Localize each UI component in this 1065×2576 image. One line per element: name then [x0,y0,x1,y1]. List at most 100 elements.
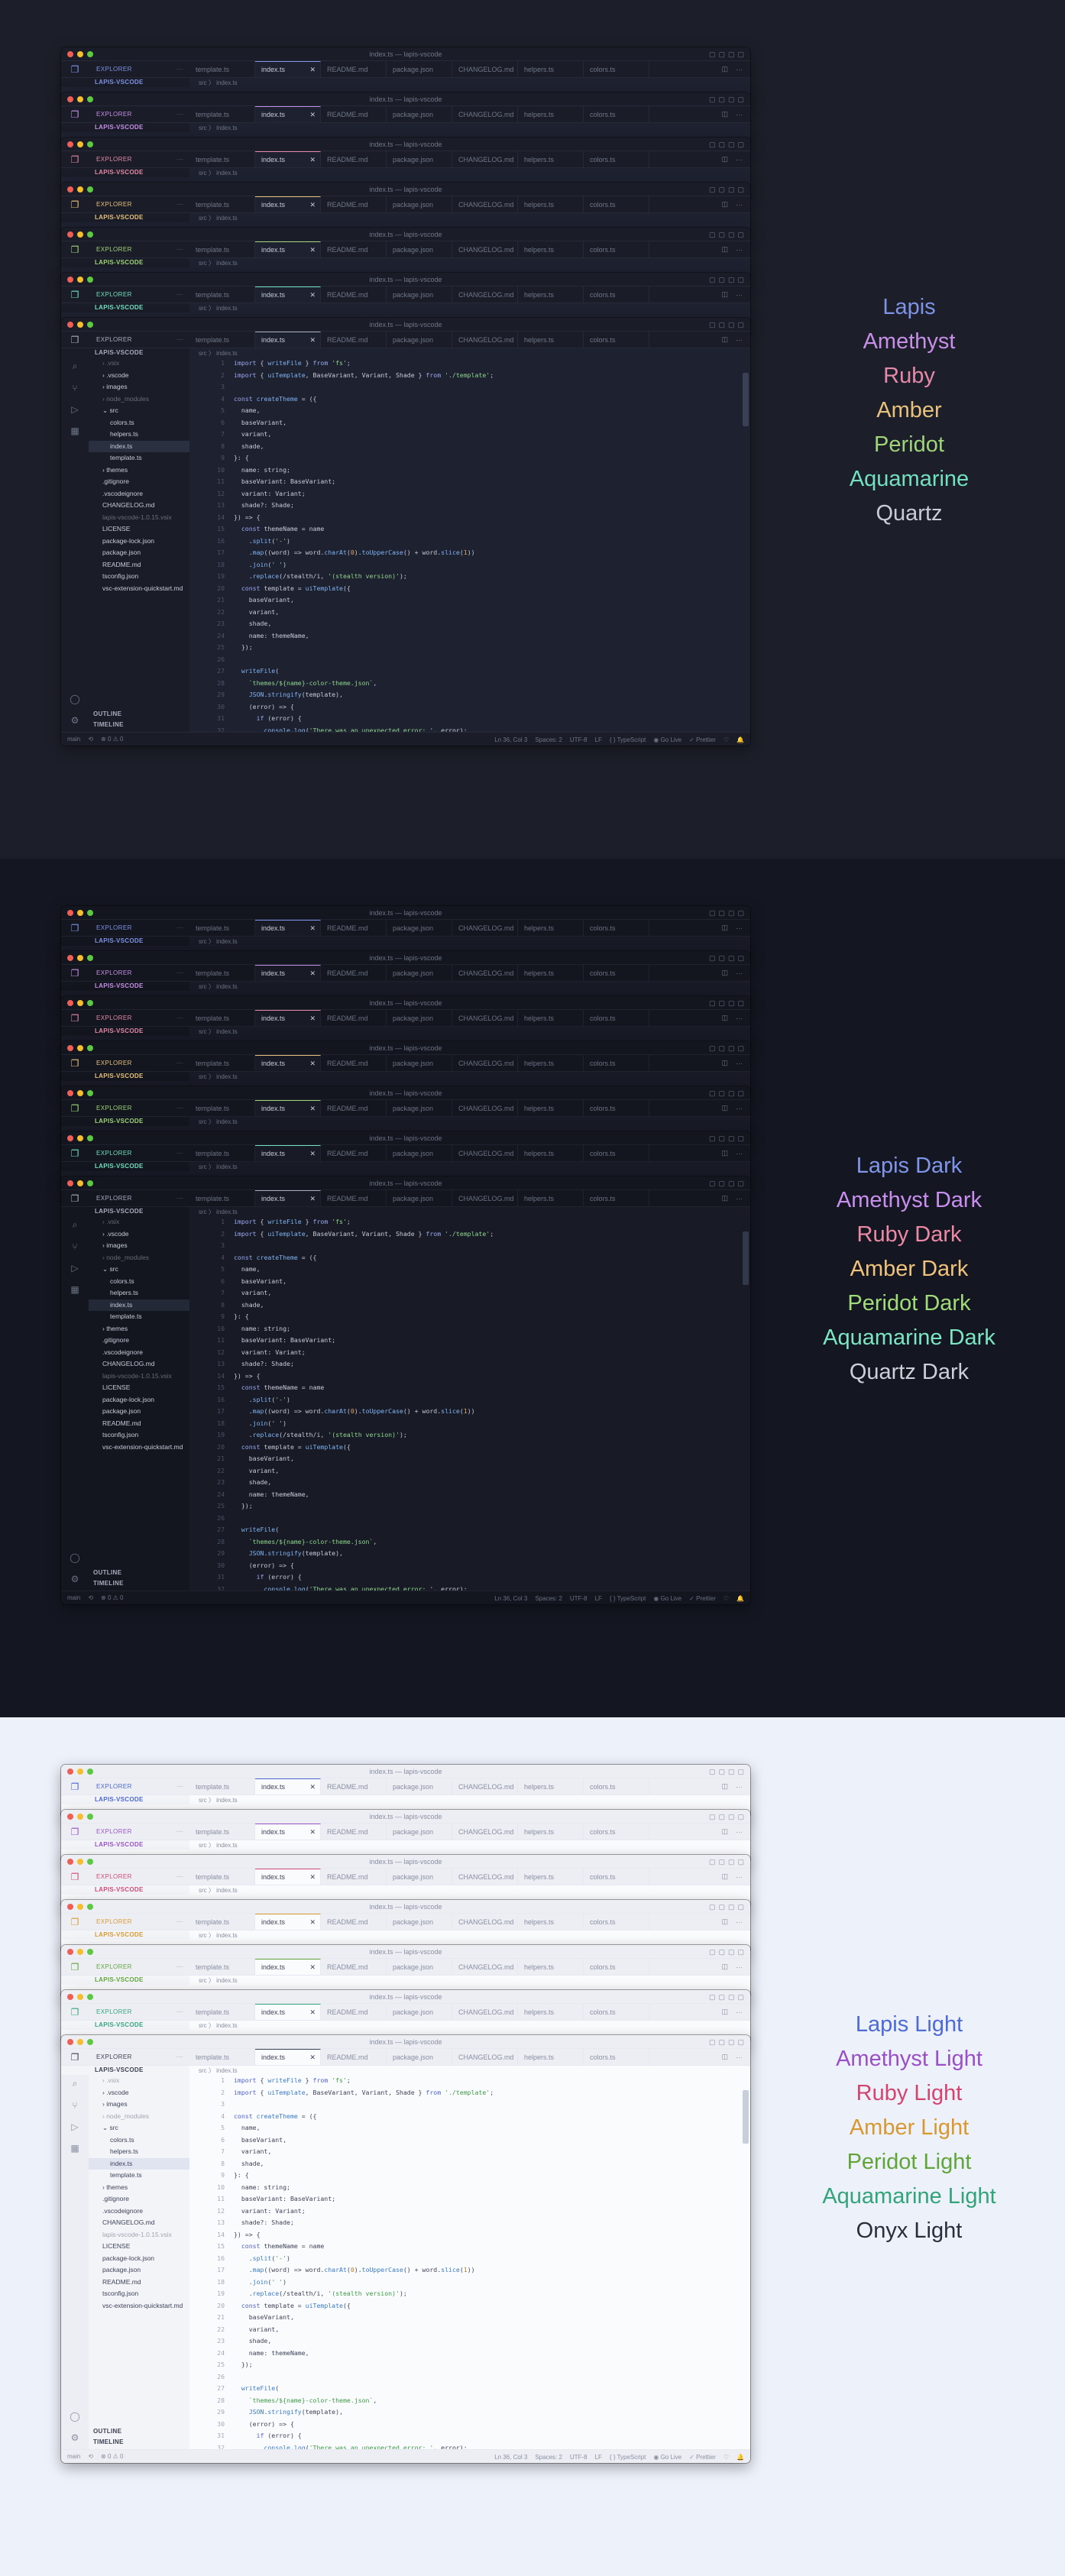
status-prettier[interactable]: ✓ Prettier [689,2454,716,2461]
split-editor-icon[interactable]: ◫ [721,1963,728,1971]
layout-panel-icon[interactable]: ▢ [718,1180,725,1187]
more-actions-icon[interactable]: ··· [176,2053,183,2060]
tab-template-ts[interactable]: template.ts [189,241,255,257]
tab-index-ts[interactable]: index.ts ✕ [255,196,321,212]
layout-secondary-icon[interactable]: ▢ [728,909,735,917]
tab-index-ts[interactable]: index.ts ✕ [255,106,321,122]
extensions-icon[interactable]: ▦ [70,426,79,436]
layout-secondary-icon[interactable]: ▢ [728,276,735,283]
layout-custom-icon[interactable]: ▢ [737,321,744,328]
zoom-window-button[interactable] [87,1949,93,1955]
tab-package-json[interactable]: package.json [387,965,452,981]
activity-files-button[interactable]: ❐ [61,286,89,303]
activity-files-button[interactable]: ❐ [61,2004,89,2020]
layout-custom-icon[interactable]: ▢ [737,1044,744,1052]
tree-item[interactable]: lapis-vscode-1.0.15.vsix [89,2229,189,2241]
activity-files-button[interactable]: ❐ [61,1869,89,1885]
tab-template-ts[interactable]: template.ts [189,1100,255,1116]
tab-template-ts[interactable]: template.ts [189,286,255,303]
more-actions-icon[interactable]: ··· [176,969,183,976]
tree-item[interactable]: › node_modules [89,1252,189,1264]
layout-panel-icon[interactable]: ▢ [718,954,725,962]
tab-package-json[interactable]: package.json [387,1869,452,1885]
layout-custom-icon[interactable]: ▢ [737,1858,744,1866]
tab-template-ts[interactable]: template.ts [189,965,255,981]
tab-helpers-ts[interactable]: helpers.ts [518,332,584,348]
layout-custom-icon[interactable]: ▢ [737,999,744,1007]
tab-readme-md[interactable]: README.md [321,920,387,936]
close-window-button[interactable] [67,1000,73,1006]
tab-index-ts[interactable]: index.ts ✕ [255,151,321,167]
tab-helpers-ts[interactable]: helpers.ts [518,286,584,303]
layout-panel-icon[interactable]: ▢ [718,2038,725,2046]
layout-panel-icon[interactable]: ▢ [718,1134,725,1142]
tree-item[interactable]: › .vsix [89,2075,189,2087]
layout-panel-icon[interactable]: ▢ [718,1044,725,1052]
layout-secondary-icon[interactable]: ▢ [728,1180,735,1187]
layout-panel-icon[interactable]: ▢ [718,95,725,103]
status-problems[interactable]: ⊗ 0 ⚠ 0 [101,736,123,743]
more-editor-actions-icon[interactable]: ··· [736,1060,743,1067]
layout-panel-icon[interactable]: ▢ [718,1858,725,1866]
tree-item[interactable]: template.ts [89,452,189,464]
breadcrumb[interactable]: src 〉 index.ts [189,1931,238,1940]
settings-gear-icon[interactable]: ⚙ [71,1574,79,1584]
tree-item[interactable]: › themes [89,464,189,477]
layout-custom-icon[interactable]: ▢ [737,1768,744,1775]
tab-package-json[interactable]: package.json [387,151,452,167]
layout-panel-icon[interactable]: ▢ [718,1813,725,1820]
close-window-button[interactable] [67,2039,73,2045]
tree-item[interactable]: tsconfig.json [89,1429,189,1442]
tab-helpers-ts[interactable]: helpers.ts [518,151,584,167]
split-editor-icon[interactable]: ◫ [721,1104,728,1112]
tab-helpers-ts[interactable]: helpers.ts [518,1055,584,1071]
split-editor-icon[interactable]: ◫ [721,65,728,73]
tab-readme-md[interactable]: README.md [321,1010,387,1026]
close-window-button[interactable] [67,322,73,328]
close-window-button[interactable] [67,1090,73,1096]
more-actions-icon[interactable]: ··· [176,66,183,73]
activity-files-button[interactable]: ❐ [61,1145,89,1161]
close-tab-icon[interactable]: ✕ [309,2008,316,2017]
tab-index-ts[interactable]: index.ts ✕ [255,286,321,303]
zoom-window-button[interactable] [87,51,93,57]
close-tab-icon[interactable]: ✕ [309,336,316,345]
tab-colors-ts[interactable]: colors.ts [584,1010,649,1026]
tab-colors-ts[interactable]: colors.ts [584,1914,649,1930]
activity-files-button[interactable]: ❐ [61,241,89,257]
breadcrumb[interactable]: src 〉 index.ts [189,349,238,358]
status-spaces[interactable]: Spaces: 2 [535,736,562,743]
tab-template-ts[interactable]: template.ts [189,1959,255,1975]
status-encoding[interactable]: UTF-8 [570,2454,588,2461]
tree-item[interactable]: template.ts [89,2170,189,2182]
tab-template-ts[interactable]: template.ts [189,2004,255,2020]
tree-item[interactable]: › .vscode [89,370,189,382]
close-tab-icon[interactable]: ✕ [309,1828,316,1837]
more-actions-icon[interactable]: ··· [176,336,183,343]
breadcrumb[interactable]: src 〉 index.ts [189,124,238,132]
tree-item[interactable]: › images [89,1240,189,1252]
tab-index-ts[interactable]: index.ts ✕ [255,1145,321,1161]
tree-item[interactable]: › images [89,2099,189,2111]
tab-colors-ts[interactable]: colors.ts [584,1145,649,1161]
more-actions-icon[interactable]: ··· [176,1150,183,1157]
tab-readme-md[interactable]: README.md [321,106,387,122]
more-editor-actions-icon[interactable]: ··· [736,1195,743,1202]
tab-package-json[interactable]: package.json [387,61,452,77]
status-language[interactable]: { } TypeScript [610,736,646,743]
tab-helpers-ts[interactable]: helpers.ts [518,106,584,122]
zoom-window-button[interactable] [87,96,93,102]
layout-panel-icon[interactable]: ▢ [718,909,725,917]
tree-item[interactable]: template.ts [89,1311,189,1323]
close-window-button[interactable] [67,186,73,193]
layout-sidebar-icon[interactable]: ▢ [709,1813,716,1820]
layout-custom-icon[interactable]: ▢ [737,1134,744,1142]
layout-secondary-icon[interactable]: ▢ [728,186,735,193]
layout-panel-icon[interactable]: ▢ [718,1948,725,1956]
run-debug-icon[interactable]: ▷ [71,404,78,415]
minimize-window-button[interactable] [77,186,83,193]
layout-sidebar-icon[interactable]: ▢ [709,50,716,58]
layout-secondary-icon[interactable]: ▢ [728,1044,735,1052]
tab-colors-ts[interactable]: colors.ts [584,1824,649,1840]
more-editor-actions-icon[interactable]: ··· [736,66,743,73]
